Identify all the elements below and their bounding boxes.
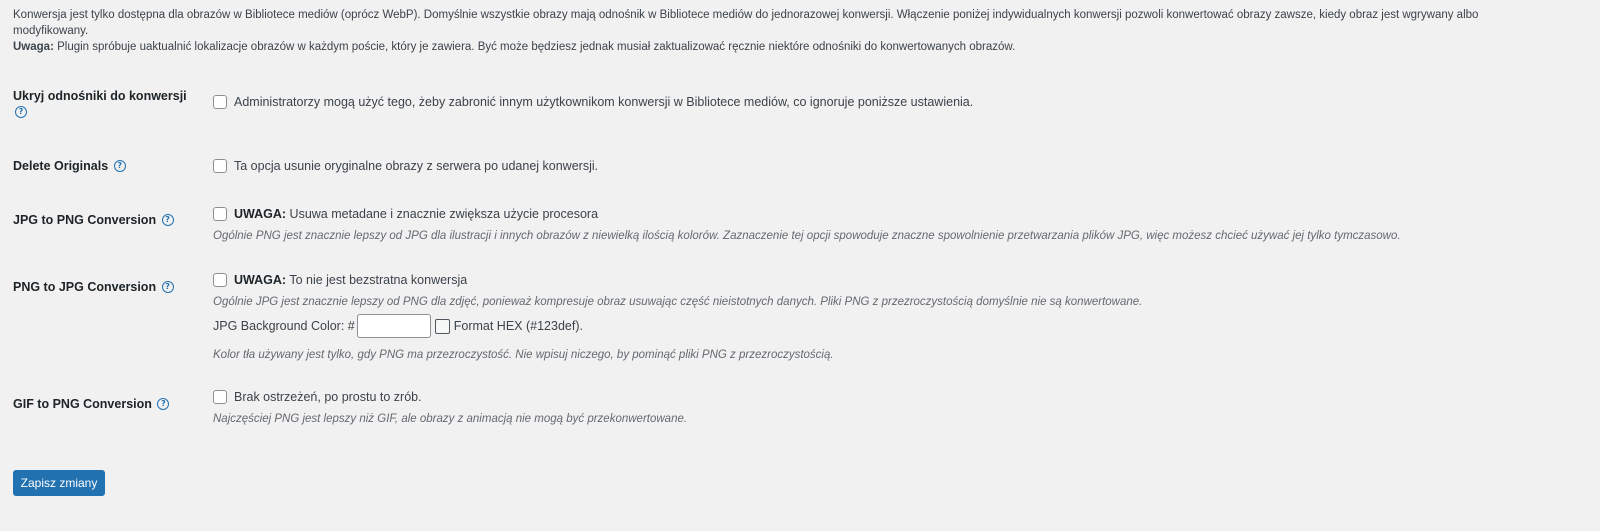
jpg-bg-color-input[interactable] (356, 314, 431, 338)
png-to-jpg-option: UWAGA: To nie jest bezstratna konwersja (213, 272, 1142, 288)
jpg-to-png-text: Usuwa metadane i znacznie zwiększa użyci… (286, 207, 599, 221)
color-swatch (434, 318, 450, 334)
hide-links-option: Administratorzy mogą użyć tego, żeby zab… (213, 94, 973, 110)
gif-to-png-description: Najczęściej PNG jest lepszy niż GIF, ale… (213, 413, 688, 425)
png-to-jpg-description: Ogólnie JPG jest znacznie lepszy od PNG … (213, 296, 1143, 308)
gif-to-png-text: Brak ostrzeżeń, po prostu to zrób. (234, 390, 422, 404)
png-to-jpg-checkbox[interactable] (213, 273, 227, 287)
help-icon[interactable]: ? (15, 106, 27, 118)
delete-originals-option: Ta opcja usunie oryginalne obrazy z serw… (213, 158, 598, 174)
hide-links-field: Administratorzy mogą użyć tego, żeby zab… (213, 94, 973, 110)
gif-to-png-label: GIF to PNG Conversion (13, 397, 152, 411)
delete-originals-text: Ta opcja usunie oryginalne obrazy z serw… (234, 159, 599, 173)
setting-label-delete-originals: Delete Originals ? (13, 158, 126, 174)
png-to-jpg-text: To nie jest bezstratna konwersja (286, 273, 468, 287)
help-icon[interactable]: ? (113, 160, 126, 172)
hide-links-checkbox[interactable] (213, 95, 227, 109)
png-to-jpg-warning: UWAGA: (234, 273, 287, 287)
jpg-to-png-description: Ogólnie PNG jest znacznie lepszy od JPG … (213, 230, 1401, 242)
jpg-bg-color-row: JPG Background Color: # Format HEX (#123… (213, 313, 1142, 339)
note-label: Uwaga: (13, 41, 54, 53)
jpg-to-png-option: UWAGA: Usuwa metadane i znacznie zwiększ… (213, 206, 1401, 222)
bg-color-description: Kolor tła używany jest tylko, gdy PNG ma… (213, 349, 834, 361)
gif-to-png-field: Brak ostrzeżeń, po prostu to zrób. Najcz… (213, 389, 687, 427)
jpg-to-png-field: UWAGA: Usuwa metadane i znacznie zwiększ… (213, 206, 1401, 244)
help-icon[interactable]: ? (161, 214, 174, 226)
setting-label-png-to-jpg: PNG to JPG Conversion ? (13, 279, 174, 295)
gif-to-png-option: Brak ostrzeżeń, po prostu to zrób. (213, 389, 687, 405)
delete-originals-label: Delete Originals (13, 159, 109, 173)
intro-notice: Konwersja jest tylko dostępna dla obrazó… (13, 7, 1553, 55)
jpg-to-png-warning: UWAGA: (234, 207, 287, 221)
intro-text: Konwersja jest tylko dostępna dla obrazó… (13, 9, 1479, 37)
intro-note: Uwaga: Plugin spróbuje uaktualnić lokali… (13, 39, 1553, 55)
jpg-to-png-checkbox[interactable] (213, 207, 227, 221)
setting-label-jpg-to-png: JPG to PNG Conversion ? (13, 212, 174, 228)
hide-links-label: Ukryj odnośniki do konwersji (13, 89, 187, 103)
note-text: Plugin spróbuje uaktualnić lokalizacje o… (53, 41, 1016, 53)
png-to-jpg-label: PNG to JPG Conversion (13, 280, 157, 294)
jpg-to-png-label: JPG to PNG Conversion (13, 213, 157, 227)
setting-label-hide-links: Ukryj odnośniki do konwersji ? (13, 88, 193, 120)
png-to-jpg-field: UWAGA: To nie jest bezstratna konwersja … (213, 272, 1142, 363)
help-icon[interactable]: ? (161, 281, 174, 293)
setting-label-gif-to-png: GIF to PNG Conversion ? (13, 396, 170, 412)
gif-to-png-checkbox[interactable] (213, 390, 227, 404)
hide-links-text: Administratorzy mogą użyć tego, żeby zab… (234, 95, 974, 109)
save-changes-button[interactable]: Zapisz zmiany (13, 470, 105, 496)
delete-originals-field: Ta opcja usunie oryginalne obrazy z serw… (213, 158, 598, 174)
help-icon[interactable]: ? (157, 398, 170, 410)
delete-originals-checkbox[interactable] (213, 159, 227, 173)
hex-format-hint: Format HEX (#123def). (453, 319, 583, 333)
jpg-bg-color-label: JPG Background Color: # (213, 319, 355, 333)
